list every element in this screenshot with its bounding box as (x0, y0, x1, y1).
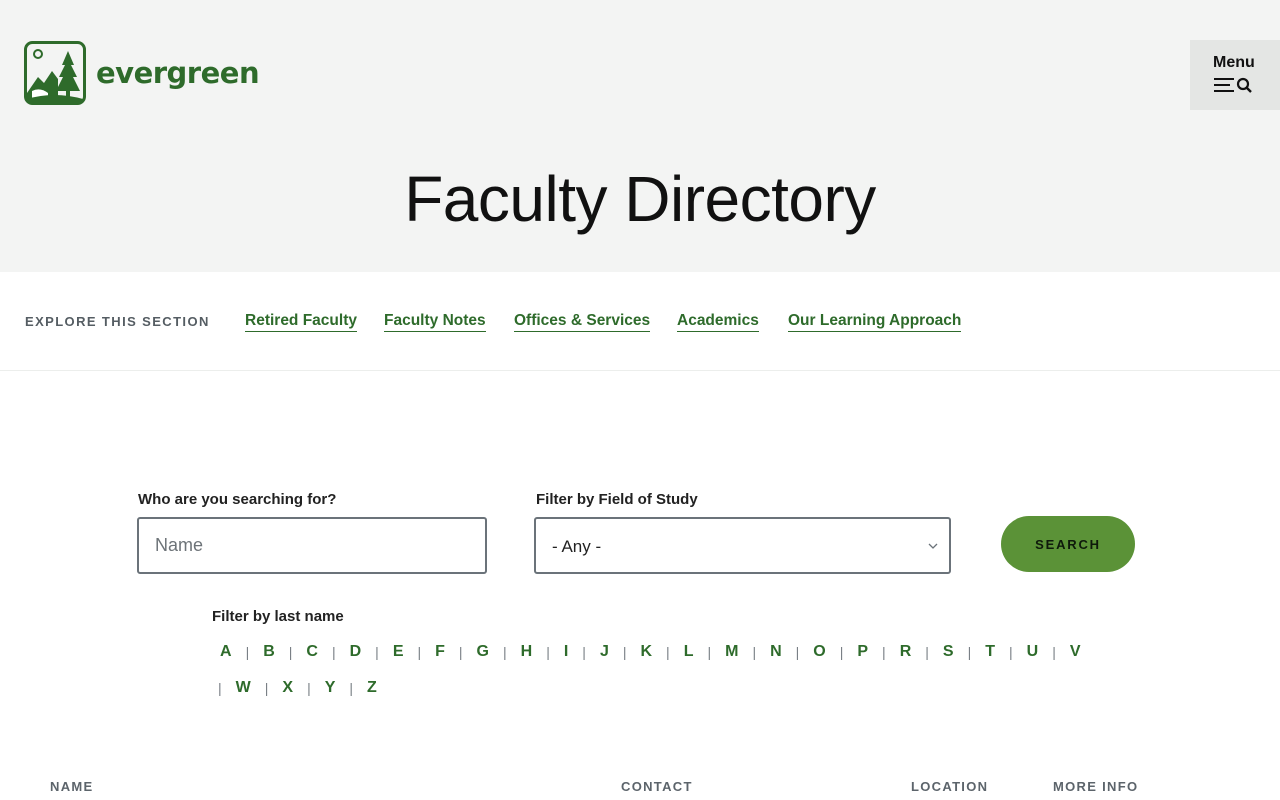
letter-separator: | (546, 644, 550, 660)
name-search-label: Who are you searching for? (138, 491, 337, 508)
explore-link-learning-approach[interactable]: Our Learning Approach (788, 312, 962, 332)
letter-link-b[interactable]: B (255, 643, 283, 661)
page-header: evergreen Menu Faculty Directory (0, 0, 1280, 272)
menu-label: Menu (1213, 54, 1255, 71)
last-name-filter-label: Filter by last name (212, 608, 344, 625)
letter-link-e[interactable]: E (385, 643, 412, 661)
site-logo[interactable]: evergreen (24, 41, 260, 105)
letter-separator: | (288, 644, 293, 660)
search-button[interactable]: SEARCH (1001, 516, 1135, 572)
letter-separator: | (752, 644, 757, 660)
menu-button[interactable]: Menu (1190, 40, 1280, 110)
letter-link-y[interactable]: Y (317, 679, 344, 697)
letter-link-c[interactable]: C (298, 643, 326, 661)
menu-icons (1214, 77, 1252, 93)
field-filter-label: Filter by Field of Study (536, 491, 698, 508)
letter-separator: | (839, 644, 844, 660)
letter-link-g[interactable]: G (469, 643, 497, 661)
letter-separator: | (666, 644, 670, 660)
name-search-input[interactable] (137, 517, 487, 574)
letter-separator: | (245, 644, 250, 660)
letter-separator: | (458, 644, 463, 660)
column-header-name: NAME (50, 779, 94, 794)
letter-separator: | (707, 644, 712, 660)
letter-separator: | (622, 644, 627, 660)
letter-link-i[interactable]: I (556, 643, 576, 661)
explore-link-academics[interactable]: Academics (677, 312, 759, 332)
chevron-down-icon (928, 543, 938, 549)
letter-link-l[interactable]: L (676, 643, 702, 661)
page-title: Faculty Directory (404, 163, 876, 235)
letter-link-a[interactable]: A (212, 643, 240, 661)
letter-link-h[interactable]: H (513, 643, 541, 661)
logo-wordmark: evergreen (96, 56, 260, 90)
explore-link-retired-faculty[interactable]: Retired Faculty (245, 312, 357, 332)
letter-link-m[interactable]: M (717, 643, 746, 661)
column-header-location: LOCATION (911, 779, 989, 794)
column-header-contact: CONTACT (621, 779, 693, 794)
letter-link-p[interactable]: P (849, 643, 876, 661)
letter-link-u[interactable]: U (1019, 643, 1047, 661)
column-header-more-info: MORE INFO (1053, 779, 1139, 794)
evergreen-logo-icon (24, 41, 86, 105)
explore-link-faculty-notes[interactable]: Faculty Notes (384, 312, 486, 332)
letter-separator: | (503, 644, 507, 660)
letter-link-r[interactable]: R (892, 643, 920, 661)
letter-separator: | (582, 644, 586, 660)
field-of-study-value: - Any - (552, 537, 602, 556)
search-icon (1236, 77, 1252, 93)
explore-section-nav: EXPLORE THIS SECTION Retired Faculty Fac… (0, 272, 1280, 371)
letter-link-n[interactable]: N (762, 643, 790, 661)
letter-separator: | (967, 644, 972, 660)
letter-separator: | (925, 644, 929, 660)
letter-separator: | (1008, 644, 1013, 660)
letter-separator: | (349, 680, 354, 696)
hamburger-icon (1214, 78, 1234, 92)
alphabet-row-2: | W | X | Y | Z (212, 676, 385, 700)
letter-link-o[interactable]: O (805, 643, 833, 661)
letter-link-w[interactable]: W (228, 679, 259, 697)
letter-link-s[interactable]: S (935, 643, 962, 661)
letter-link-j[interactable]: J (592, 643, 617, 661)
explore-label: EXPLORE THIS SECTION (25, 314, 210, 329)
letter-separator: | (307, 680, 311, 696)
explore-link-offices-services[interactable]: Offices & Services (514, 312, 651, 332)
letter-separator: | (264, 680, 269, 696)
letter-link-x[interactable]: X (274, 679, 301, 697)
letter-link-k[interactable]: K (632, 643, 660, 661)
letter-separator: | (218, 680, 222, 696)
letter-separator: | (1052, 644, 1056, 660)
letter-separator: | (417, 644, 422, 660)
letter-link-d[interactable]: D (342, 643, 370, 661)
letter-link-z[interactable]: Z (359, 679, 385, 697)
letter-separator: | (795, 644, 800, 660)
field-of-study-select[interactable]: - Any - (534, 517, 951, 574)
letter-separator: | (331, 644, 336, 660)
letter-separator: | (882, 644, 886, 660)
letter-link-f[interactable]: F (427, 643, 453, 661)
letter-link-v[interactable]: V (1062, 643, 1089, 661)
letter-separator: | (375, 644, 379, 660)
letter-link-t[interactable]: T (977, 643, 1003, 661)
alphabet-row-1: A | B | C | D | E | F | G | H | I | J | K | L | M | N | O | P | R | S | T | U |… (212, 640, 1089, 664)
